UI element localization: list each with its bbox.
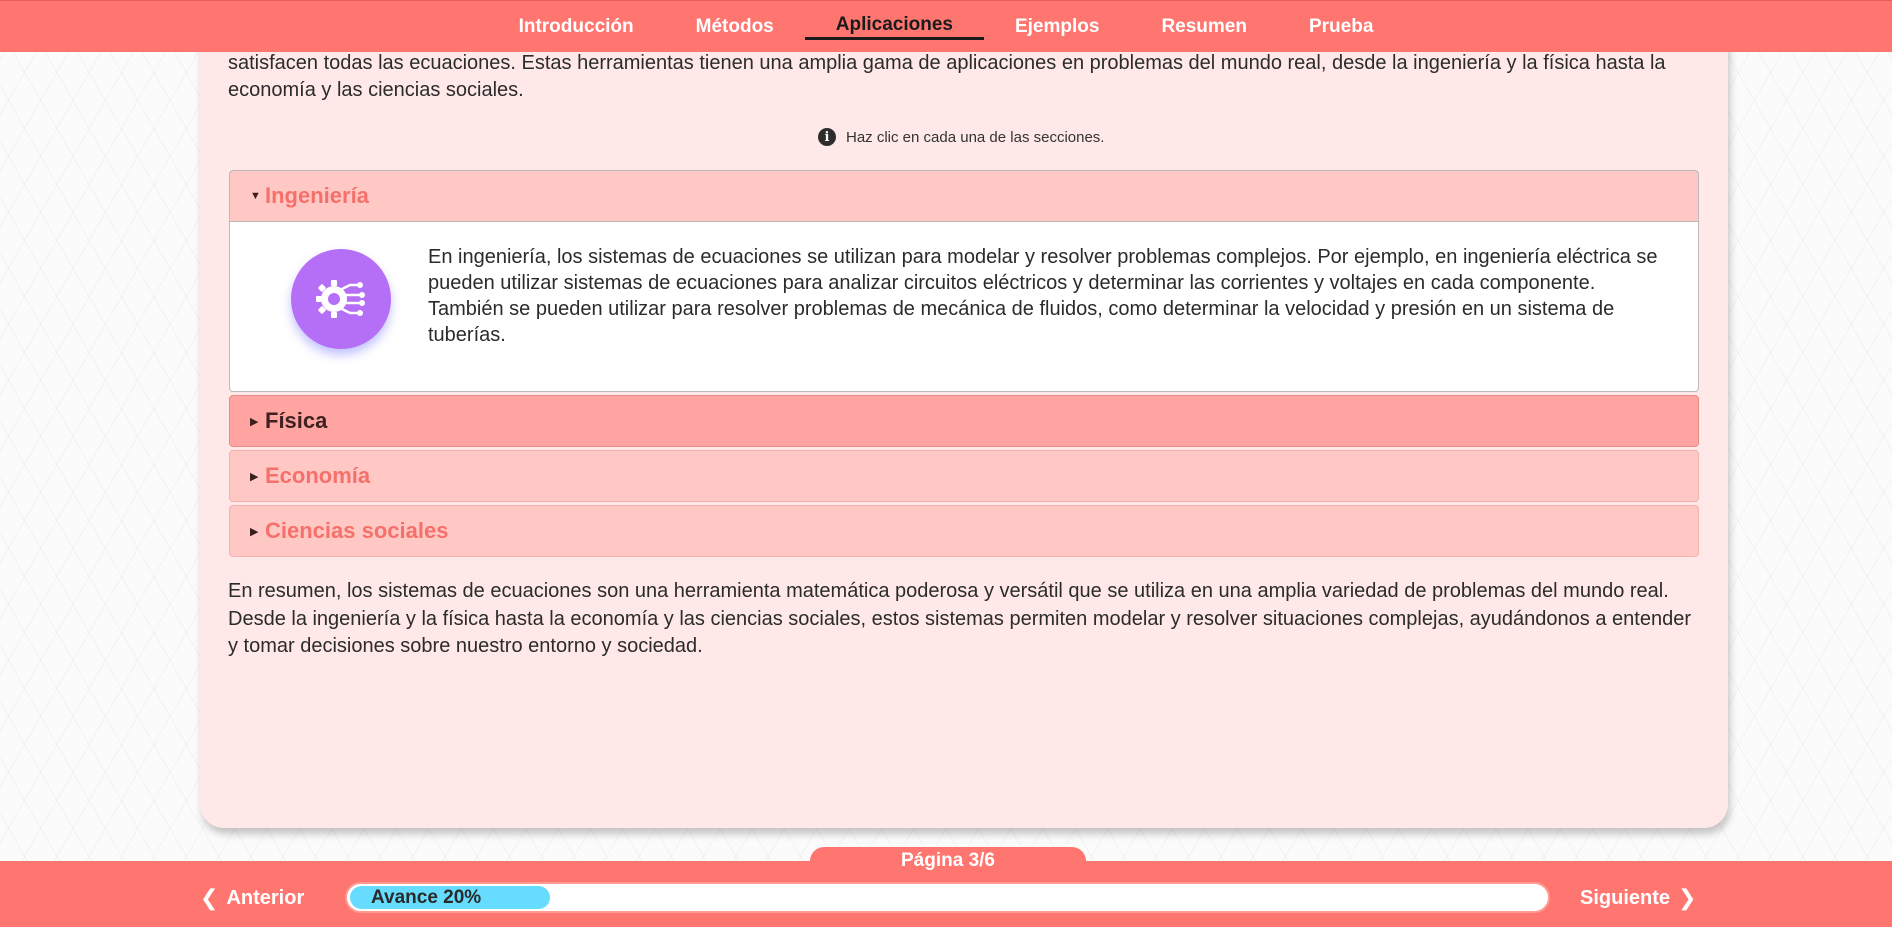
accordion-title: Física <box>265 408 328 433</box>
gear-circuit-icon <box>291 249 391 349</box>
accordion-title: Ciencias sociales <box>265 518 449 543</box>
nav-item-resumen[interactable]: Resumen <box>1130 14 1278 40</box>
accordion-title: Economía <box>265 463 371 488</box>
hint-text: Haz clic en cada una de las secciones. <box>846 128 1105 146</box>
accordion-ingenieria: ▼ Ingeniería En ingeniería, los sistemas… <box>229 170 1699 392</box>
nav-item-metodos[interactable]: Métodos <box>665 14 805 40</box>
nav-item-prueba[interactable]: Prueba <box>1278 14 1404 40</box>
caret-right-icon: ▶ <box>250 470 259 483</box>
nav-item-ejemplos[interactable]: Ejemplos <box>984 14 1130 40</box>
previous-label: Anterior <box>226 886 305 909</box>
top-nav: Introducción Métodos Aplicaciones Ejempl… <box>0 0 1892 52</box>
info-icon: i <box>818 128 836 146</box>
accordion-fisica: ▶ Física <box>229 395 1699 447</box>
next-label: Siguiente <box>1580 886 1671 909</box>
gear-circuit-icon-svg <box>316 280 365 318</box>
accordion-economia: ▶ Economía <box>229 450 1699 502</box>
chevron-left-icon: ❮ <box>200 885 219 910</box>
page-indicator: Página 3/6 <box>810 847 1086 875</box>
nav-item-introduccion[interactable]: Introducción <box>488 14 665 40</box>
hint: i Haz clic en cada una de las secciones. <box>818 126 1104 148</box>
accordion-header-ciencias-sociales[interactable]: ▶ Ciencias sociales <box>229 505 1699 557</box>
nav-item-aplicaciones[interactable]: Aplicaciones <box>804 13 984 40</box>
accordion-title: Ingeniería <box>265 183 369 208</box>
accordion-header-economia[interactable]: ▶ Economía <box>229 450 1699 502</box>
chevron-right-icon: ❯ <box>1678 885 1697 910</box>
caret-right-icon: ▶ <box>250 525 259 538</box>
previous-button[interactable]: ❮ Anterior <box>200 884 304 912</box>
progress-bar: Avance 20% <box>345 882 1550 913</box>
accordion-header-ingenieria[interactable]: ▼ Ingeniería <box>229 170 1699 222</box>
caret-down-icon: ▼ <box>250 190 261 202</box>
caret-right-icon: ▶ <box>250 415 259 428</box>
accordion-text-ingenieria: En ingeniería, los sistemas de ecuacione… <box>428 246 1658 346</box>
accordion-ciencias-sociales: ▶ Ciencias sociales <box>229 505 1699 557</box>
summary-paragraph: En resumen, los sistemas de ecuaciones s… <box>228 580 1691 657</box>
intro-paragraph: satisfacen todas las ecuaciones. Estas h… <box>228 52 1666 101</box>
accordion-body-ingenieria: En ingeniería, los sistemas de ecuacione… <box>229 222 1699 392</box>
accordion-header-fisica[interactable]: ▶ Física <box>229 395 1699 447</box>
progress-label: Avance 20% <box>371 887 482 908</box>
next-button[interactable]: Siguiente ❯ <box>1580 884 1696 912</box>
